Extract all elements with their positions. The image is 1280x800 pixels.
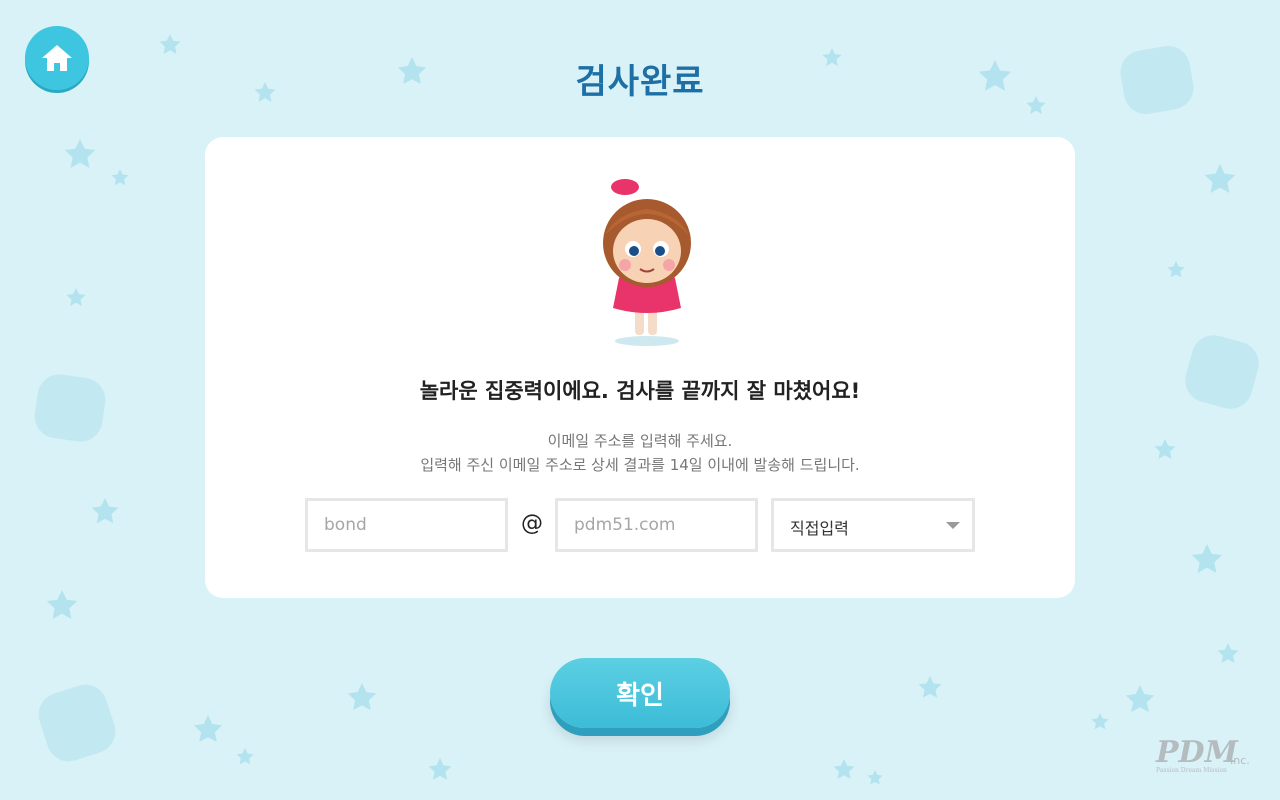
at-symbol: @ bbox=[521, 511, 543, 536]
domain-select-value: 직접입력 bbox=[790, 519, 849, 538]
instruction-line-1: 이메일 주소를 입력해 주세요. bbox=[547, 432, 733, 450]
email-domain-select[interactable]: 직접입력 bbox=[771, 498, 975, 552]
svg-text:Passion Dream Mission: Passion Dream Mission bbox=[1156, 767, 1227, 774]
chevron-down-icon bbox=[946, 522, 960, 529]
email-instructions: 이메일 주소를 입력해 주세요. 입력해 주신 이메일 주소로 상세 결과를 1… bbox=[205, 429, 1075, 477]
page-title: 검사완료 bbox=[575, 62, 705, 102]
completion-message: 놀라운 집중력이에요. 검사를 끝까지 잘 마쳤어요! bbox=[419, 379, 861, 403]
svg-text:Inc.: Inc. bbox=[1230, 754, 1250, 767]
result-card: 놀라운 집중력이에요. 검사를 끝까지 잘 마쳤어요! 이메일 주소를 입력해 … bbox=[205, 137, 1075, 598]
email-domain-input[interactable] bbox=[555, 498, 758, 552]
pdm-logo: PDM Inc. Passion Dream Mission bbox=[1155, 735, 1250, 774]
confirm-button[interactable]: 확인 bbox=[550, 658, 730, 728]
mascot-character-image bbox=[603, 179, 691, 346]
email-local-input[interactable] bbox=[305, 498, 508, 552]
svg-text:PDM: PDM bbox=[1155, 735, 1239, 770]
instruction-line-2: 입력해 주신 이메일 주소로 상세 결과를 14일 이내에 발송해 드립니다. bbox=[420, 456, 860, 474]
